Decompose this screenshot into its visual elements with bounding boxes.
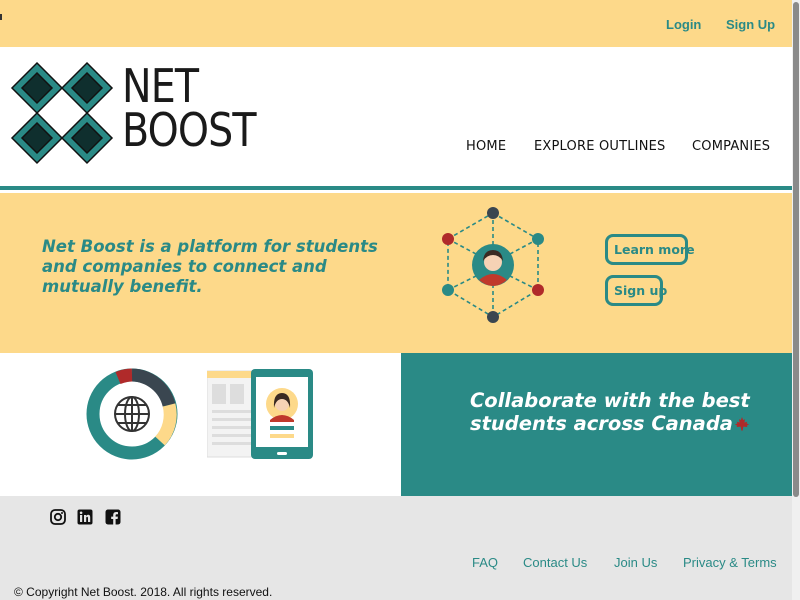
- scrollbar-thumb[interactable]: [793, 2, 799, 497]
- collaborate-text: Collaborate with the best students acros…: [470, 389, 750, 435]
- hero-tagline: Net Boost is a platform for students and…: [42, 237, 378, 296]
- globe-ring-icon: [86, 368, 178, 460]
- footer-link-contact[interactable]: Contact Us: [523, 555, 587, 570]
- footer-link-privacy[interactable]: Privacy & Terms: [683, 555, 777, 570]
- profile-devices-icon: [207, 369, 313, 459]
- nav-item-companies[interactable]: COMPANIES: [692, 139, 770, 154]
- network-illustration: [442, 207, 544, 323]
- collaborate-heading: Collaborate with the best students acros…: [470, 389, 770, 435]
- illustration-panel: [0, 353, 401, 496]
- logo-line-2: BOOST: [122, 103, 257, 157]
- facebook-icon[interactable]: [105, 509, 121, 525]
- net-boost-logo-mark[interactable]: [10, 61, 114, 165]
- footer-link-join[interactable]: Join Us: [614, 555, 657, 570]
- copyright-text: © Copyright Net Boost. 2018. All rights …: [14, 585, 273, 599]
- nav-item-home[interactable]: HOME: [466, 139, 506, 154]
- learn-more-button[interactable]: Learn more: [605, 234, 695, 265]
- page-edge-marker: [0, 14, 2, 20]
- maple-leaf-icon: [734, 417, 749, 431]
- site-header: [0, 47, 792, 186]
- hero-signup-button[interactable]: Sign up: [605, 275, 667, 306]
- logo-line-1: NET: [122, 59, 199, 113]
- footer-link-faq[interactable]: FAQ: [472, 555, 498, 570]
- nav-item-explore-outlines[interactable]: EXPLORE OUTLINES: [534, 139, 666, 154]
- header-divider: [0, 186, 792, 190]
- instagram-icon[interactable]: [50, 509, 66, 525]
- linkedin-icon[interactable]: [77, 509, 93, 525]
- signup-link[interactable]: Sign Up: [726, 17, 775, 32]
- login-link[interactable]: Login: [666, 17, 701, 32]
- logo-wordmark[interactable]: NET BOOST: [122, 59, 257, 157]
